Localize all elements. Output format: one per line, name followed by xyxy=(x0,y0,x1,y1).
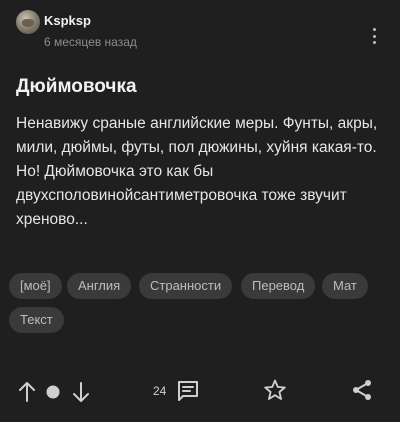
rating-dot-icon xyxy=(44,383,62,401)
tag-oddities[interactable]: Странности xyxy=(139,273,233,299)
share-icon[interactable] xyxy=(350,378,374,402)
tag-england[interactable]: Англия xyxy=(67,273,132,299)
avatar[interactable] xyxy=(16,10,40,34)
upvote-arrow-icon[interactable] xyxy=(16,380,38,404)
post-paragraph: Но! Дюймовочка это как бы двухсполовиной… xyxy=(16,163,347,228)
action-bar: 24 xyxy=(0,372,400,412)
star-icon[interactable] xyxy=(263,378,287,402)
downvote-arrow-icon[interactable] xyxy=(70,380,92,404)
tag-moe[interactable]: [моё] xyxy=(9,273,62,299)
comment-count[interactable]: 24 xyxy=(153,384,166,398)
post-time: 6 месяцев назад xyxy=(44,35,137,49)
post-body: Ненавижу сраные английские меры. Фунты, … xyxy=(16,112,386,232)
author-row: Kspksp 6 месяцев назад xyxy=(10,10,390,50)
tag-translation[interactable]: Перевод xyxy=(241,273,316,299)
post-card: Kspksp 6 месяцев назад Дюймовочка Ненави… xyxy=(0,0,400,422)
author-name[interactable]: Kspksp xyxy=(44,13,91,28)
tag-profanity[interactable]: Мат xyxy=(322,273,368,299)
post-title[interactable]: Дюймовочка xyxy=(16,76,137,98)
post-paragraph: Ненавижу сраные английские меры. Фунты, … xyxy=(16,115,378,156)
more-vertical-icon[interactable] xyxy=(366,26,382,46)
tag-text[interactable]: Текст xyxy=(9,307,64,333)
comment-icon[interactable] xyxy=(176,379,200,403)
